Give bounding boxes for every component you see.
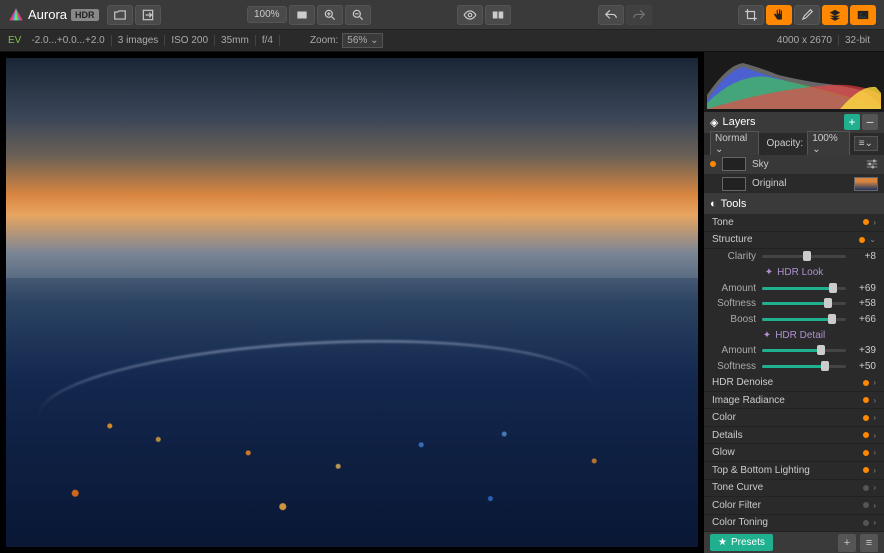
undo-button[interactable] (598, 5, 624, 25)
tool-row-details[interactable]: Details› (704, 427, 884, 445)
brush-button[interactable] (794, 5, 820, 25)
compare-button[interactable] (485, 5, 511, 25)
tools-title: Tools (721, 198, 747, 210)
tool-row-tonecurve[interactable]: Tone Curve› (704, 480, 884, 498)
tool-row-structure[interactable]: Structure⌄ (704, 232, 884, 250)
layers-button[interactable] (822, 5, 848, 25)
hdr-badge: HDR (71, 9, 99, 21)
sliders-icon[interactable] (866, 159, 878, 169)
iso-value: ISO 200 (165, 35, 215, 46)
zoom-100-button[interactable]: 100% (247, 6, 287, 23)
ev-label: EV (8, 35, 25, 46)
layer-active-dot (710, 161, 716, 167)
fit-screen-button[interactable] (289, 5, 315, 25)
tool-row-colortoning[interactable]: Color Toning› (704, 515, 884, 533)
layers-icon: ◈ (710, 116, 718, 129)
photo-preview (6, 58, 698, 547)
zoom-out-button[interactable] (345, 5, 371, 25)
crop-button[interactable] (738, 5, 764, 25)
layers-title: Layers (722, 116, 755, 128)
info-bar: EV -2.0...+0.0...+2.0 3 images ISO 200 3… (0, 30, 884, 52)
layer-options-button[interactable]: ≡⌄ (854, 136, 878, 151)
bit-depth: 32-bit (839, 35, 876, 46)
hdrdetail-softness-slider[interactable]: Softness+50 (704, 359, 884, 375)
aperture-value: f/4 (256, 35, 280, 46)
presets-button[interactable]: ★Presets (710, 534, 773, 551)
hdrdetail-amount-slider[interactable]: Amount+39 (704, 343, 884, 359)
image-dimensions: 4000 x 2670 (771, 35, 839, 46)
tool-row-colorfilter[interactable]: Color Filter› (704, 497, 884, 515)
canvas-area[interactable] (0, 52, 704, 553)
hdrlook-boost-slider[interactable]: Boost+66 (704, 312, 884, 328)
add-layer-button[interactable]: + (844, 114, 860, 130)
redo-button[interactable] (626, 5, 652, 25)
preset-menu-button[interactable]: ≡ (860, 534, 878, 552)
star-icon: ★ (718, 537, 727, 548)
layer-thumbnail (722, 157, 746, 171)
app-logo: Aurora HDR (8, 7, 99, 23)
remove-layer-button[interactable]: − (862, 114, 878, 130)
focal-length: 35mm (215, 35, 256, 46)
hdr-look-header: ✦HDR Look (704, 265, 884, 281)
layer-row[interactable]: Original (704, 174, 884, 193)
layer-row[interactable]: Sky (704, 155, 884, 174)
images-count: 3 images (112, 35, 166, 46)
sparkle-icon: ✦ (763, 330, 771, 341)
right-sidebar: ◈ Layers + − Normal ⌄ Opacity: 100% ⌄ ≡⌄… (704, 52, 884, 553)
ev-value: -2.0...+0.0...+2.0 (25, 35, 111, 46)
clarity-slider[interactable]: Clarity +8 (704, 249, 884, 265)
layer-preview-thumbnail (854, 177, 878, 191)
opacity-select[interactable]: 100% ⌄ (807, 131, 850, 157)
presets-bar: ★Presets + ≡ (704, 532, 884, 553)
zoom-label: Zoom: (310, 35, 338, 46)
tool-row-tone[interactable]: Tone› (704, 214, 884, 232)
app-name: Aurora (28, 7, 67, 22)
tool-row-topbottom[interactable]: Top & Bottom Lighting› (704, 462, 884, 480)
layer-name: Original (752, 178, 786, 189)
tools-panel-header: ◐ Tools (704, 193, 884, 214)
main-toolbar: Aurora HDR 100% (0, 0, 884, 30)
open-button[interactable] (107, 5, 133, 25)
hdr-detail-header: ✦HDR Detail (704, 327, 884, 343)
add-preset-button[interactable]: + (838, 534, 856, 552)
opacity-label: Opacity: (767, 138, 804, 149)
preview-button[interactable] (457, 5, 483, 25)
tool-row-denoise[interactable]: HDR Denoise› (704, 374, 884, 392)
histogram[interactable] (704, 52, 884, 112)
export-button[interactable] (135, 5, 161, 25)
chevron-down-icon: ⌄ (869, 235, 876, 244)
image-button[interactable] (850, 5, 876, 25)
hand-button[interactable] (766, 5, 792, 25)
tool-row-color[interactable]: Color› (704, 409, 884, 427)
zoom-select[interactable]: 56% ⌄ (342, 33, 383, 48)
layer-thumbnail (722, 177, 746, 191)
layer-name: Sky (752, 159, 769, 170)
layers-panel-header: ◈ Layers + − (704, 112, 884, 133)
tool-row-radiance[interactable]: Image Radiance› (704, 392, 884, 410)
layer-controls: Normal ⌄ Opacity: 100% ⌄ ≡⌄ (704, 133, 884, 155)
aurora-logo-icon (8, 7, 24, 23)
tool-row-glow[interactable]: Glow› (704, 444, 884, 462)
hdrlook-amount-slider[interactable]: Amount+69 (704, 280, 884, 296)
hdrlook-softness-slider[interactable]: Softness+58 (704, 296, 884, 312)
chevron-right-icon: › (873, 218, 876, 227)
tools-icon: ◐ (710, 198, 717, 210)
zoom-in-button[interactable] (317, 5, 343, 25)
sparkle-icon: ✦ (765, 267, 773, 278)
blend-mode-select[interactable]: Normal ⌄ (710, 131, 759, 157)
